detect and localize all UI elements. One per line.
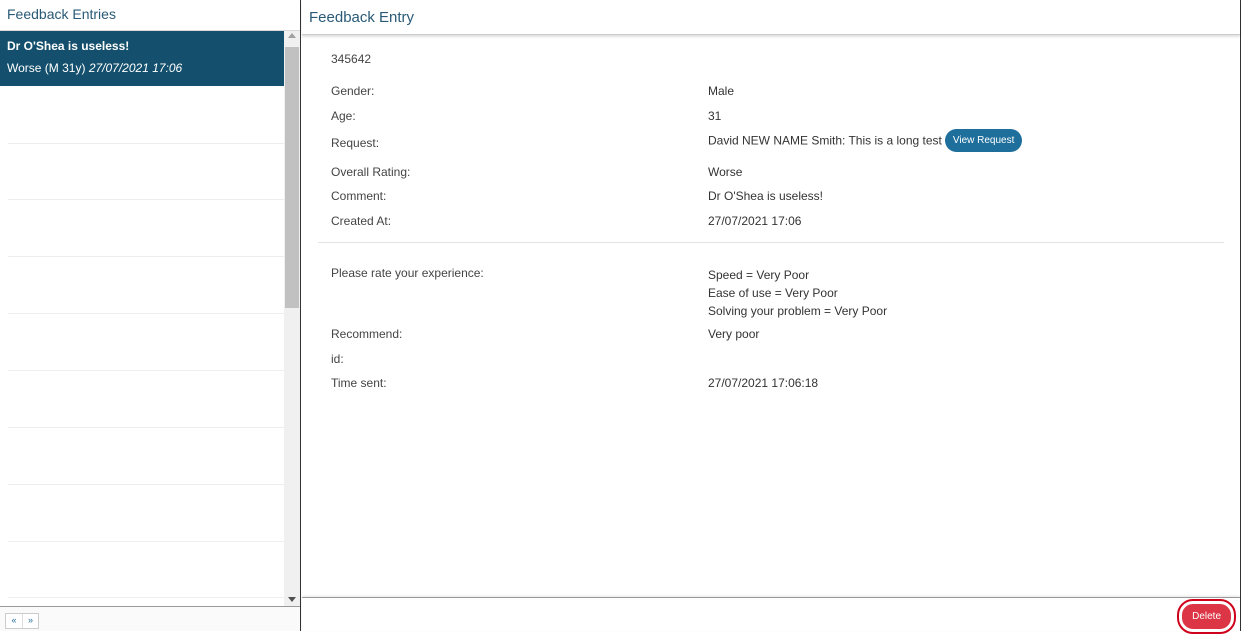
divider [8,484,284,485]
divider [318,242,1224,243]
gender-label: Gender: [331,84,375,98]
comment-label: Comment: [331,189,387,203]
id-label: id: [331,352,344,366]
entry-rating: Worse (M 31y) [7,61,86,75]
view-request-button[interactable]: View Request [944,129,1023,152]
divider [8,313,284,314]
age-label: Age: [331,109,356,123]
divider [8,143,284,144]
created-label: Created At: [331,214,392,228]
rating-label: Overall Rating: [331,165,411,179]
scroll-thumb[interactable] [285,47,299,308]
list-item[interactable]: Dr O'Shea is useless! Worse (M 31y) 27/0… [0,31,284,86]
list-scrollbar[interactable] [284,31,300,606]
scroll-up-arrow-icon[interactable] [288,33,296,38]
created-value: 27/07/2021 17:06 [708,214,802,228]
speed-rating: Speed = Very Poor [708,268,810,282]
experience-values: Speed = Very Poor Ease of use = Very Poo… [708,266,887,320]
divider [8,597,284,598]
gender-value: Male [708,84,735,98]
pager: « » [5,613,39,629]
divider [8,541,284,542]
entry-footer: Delete [302,597,1240,634]
page-title: Feedback Entry [302,0,1240,35]
entries-list: Dr O'Shea is useless! Worse (M 31y) 27/0… [0,31,284,606]
request-value-group: David NEW NAME Smith: This is a long tes… [708,129,1023,153]
comment-value: Dr O'Shea is useless! [708,189,824,203]
request-label: Request: [331,136,380,150]
experience-label: Please rate your experience: [331,266,484,280]
rating-value: Worse [708,165,743,179]
divider [8,370,284,371]
entry-title: Dr O'Shea is useless! [7,39,130,53]
entry-date: 27/07/2021 17:06 [88,61,183,75]
time-sent-label: Time sent: [331,376,387,390]
solving-rating: Solving your problem = Very Poor [708,304,888,318]
time-sent-value: 27/07/2021 17:06:18 [708,376,819,390]
feedback-entries-panel: Feedback Entries Dr O'Shea is useless! W… [0,0,301,631]
divider [8,256,284,257]
divider [8,427,284,428]
recommend-value: Very poor [708,327,760,341]
age-value: 31 [708,109,722,123]
divider [8,199,284,200]
ease-rating: Ease of use = Very Poor [708,286,838,300]
recommend-label: Recommend: [331,327,403,341]
entry-summary: Worse (M 31y) 27/07/2021 17:06 [7,61,277,75]
delete-button[interactable]: Delete [1177,599,1236,634]
feedback-entry-panel: Feedback Entry 345642 Gender: Male Age: … [302,0,1241,634]
scroll-down-arrow-icon[interactable] [288,597,296,602]
list-footer: « » [0,606,300,631]
prev-page-button[interactable]: « [6,614,22,628]
entry-id: 345642 [331,52,372,66]
request-value: David NEW NAME Smith: This is a long tes… [708,133,942,148]
panel-title: Feedback Entries [0,0,300,31]
next-page-button[interactable]: » [22,614,38,628]
